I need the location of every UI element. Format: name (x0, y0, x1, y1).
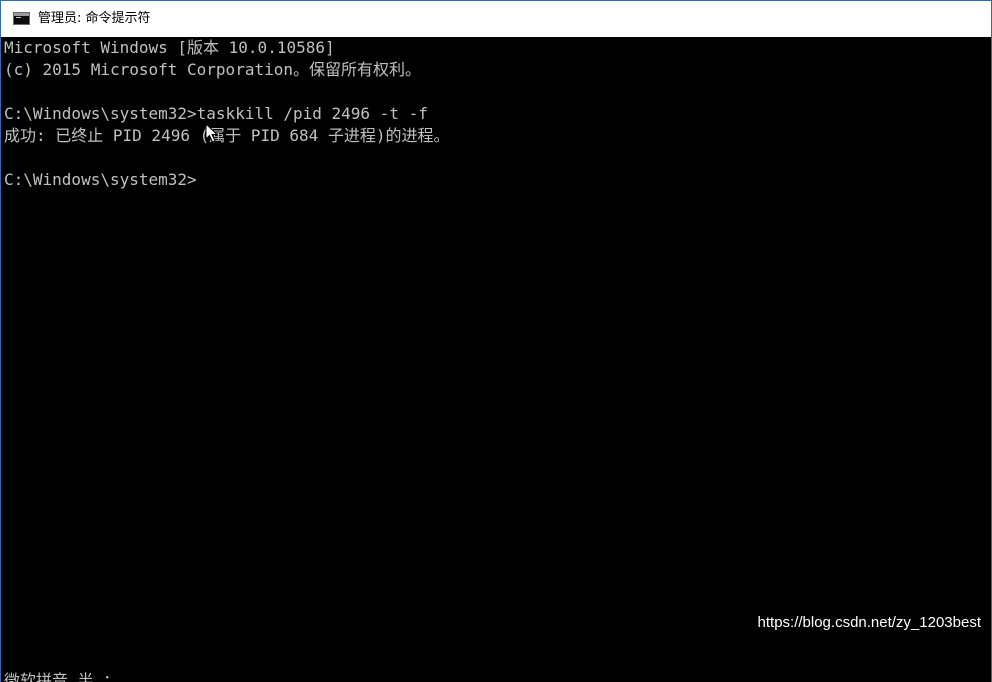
console-output[interactable]: Microsoft Windows [版本 10.0.10586] (c) 20… (1, 37, 991, 682)
window-title: 管理员: 命令提示符 (38, 11, 151, 26)
console-line: Microsoft Windows [版本 10.0.10586] (4, 38, 335, 57)
title-bar[interactable]: 管理员: 命令提示符 (1, 0, 991, 37)
cmd-window: 管理员: 命令提示符 Microsoft Windows [版本 10.0.10… (0, 0, 992, 682)
console-line: (c) 2015 Microsoft Corporation。保留所有权利。 (4, 60, 421, 79)
console-line: 成功: 已终止 PID 2496 (属于 PID 684 子进程)的进程。 (4, 126, 450, 145)
console-line: C:\Windows\system32>taskkill /pid 2496 -… (4, 104, 428, 123)
cmd-icon[interactable] (13, 12, 30, 25)
mouse-pointer-icon (205, 123, 219, 143)
ime-status: 微软拼音 半 ： (4, 671, 120, 682)
watermark: https://blog.csdn.net/zy_1203best (757, 614, 981, 631)
console-prompt[interactable]: C:\Windows\system32> (4, 169, 197, 191)
